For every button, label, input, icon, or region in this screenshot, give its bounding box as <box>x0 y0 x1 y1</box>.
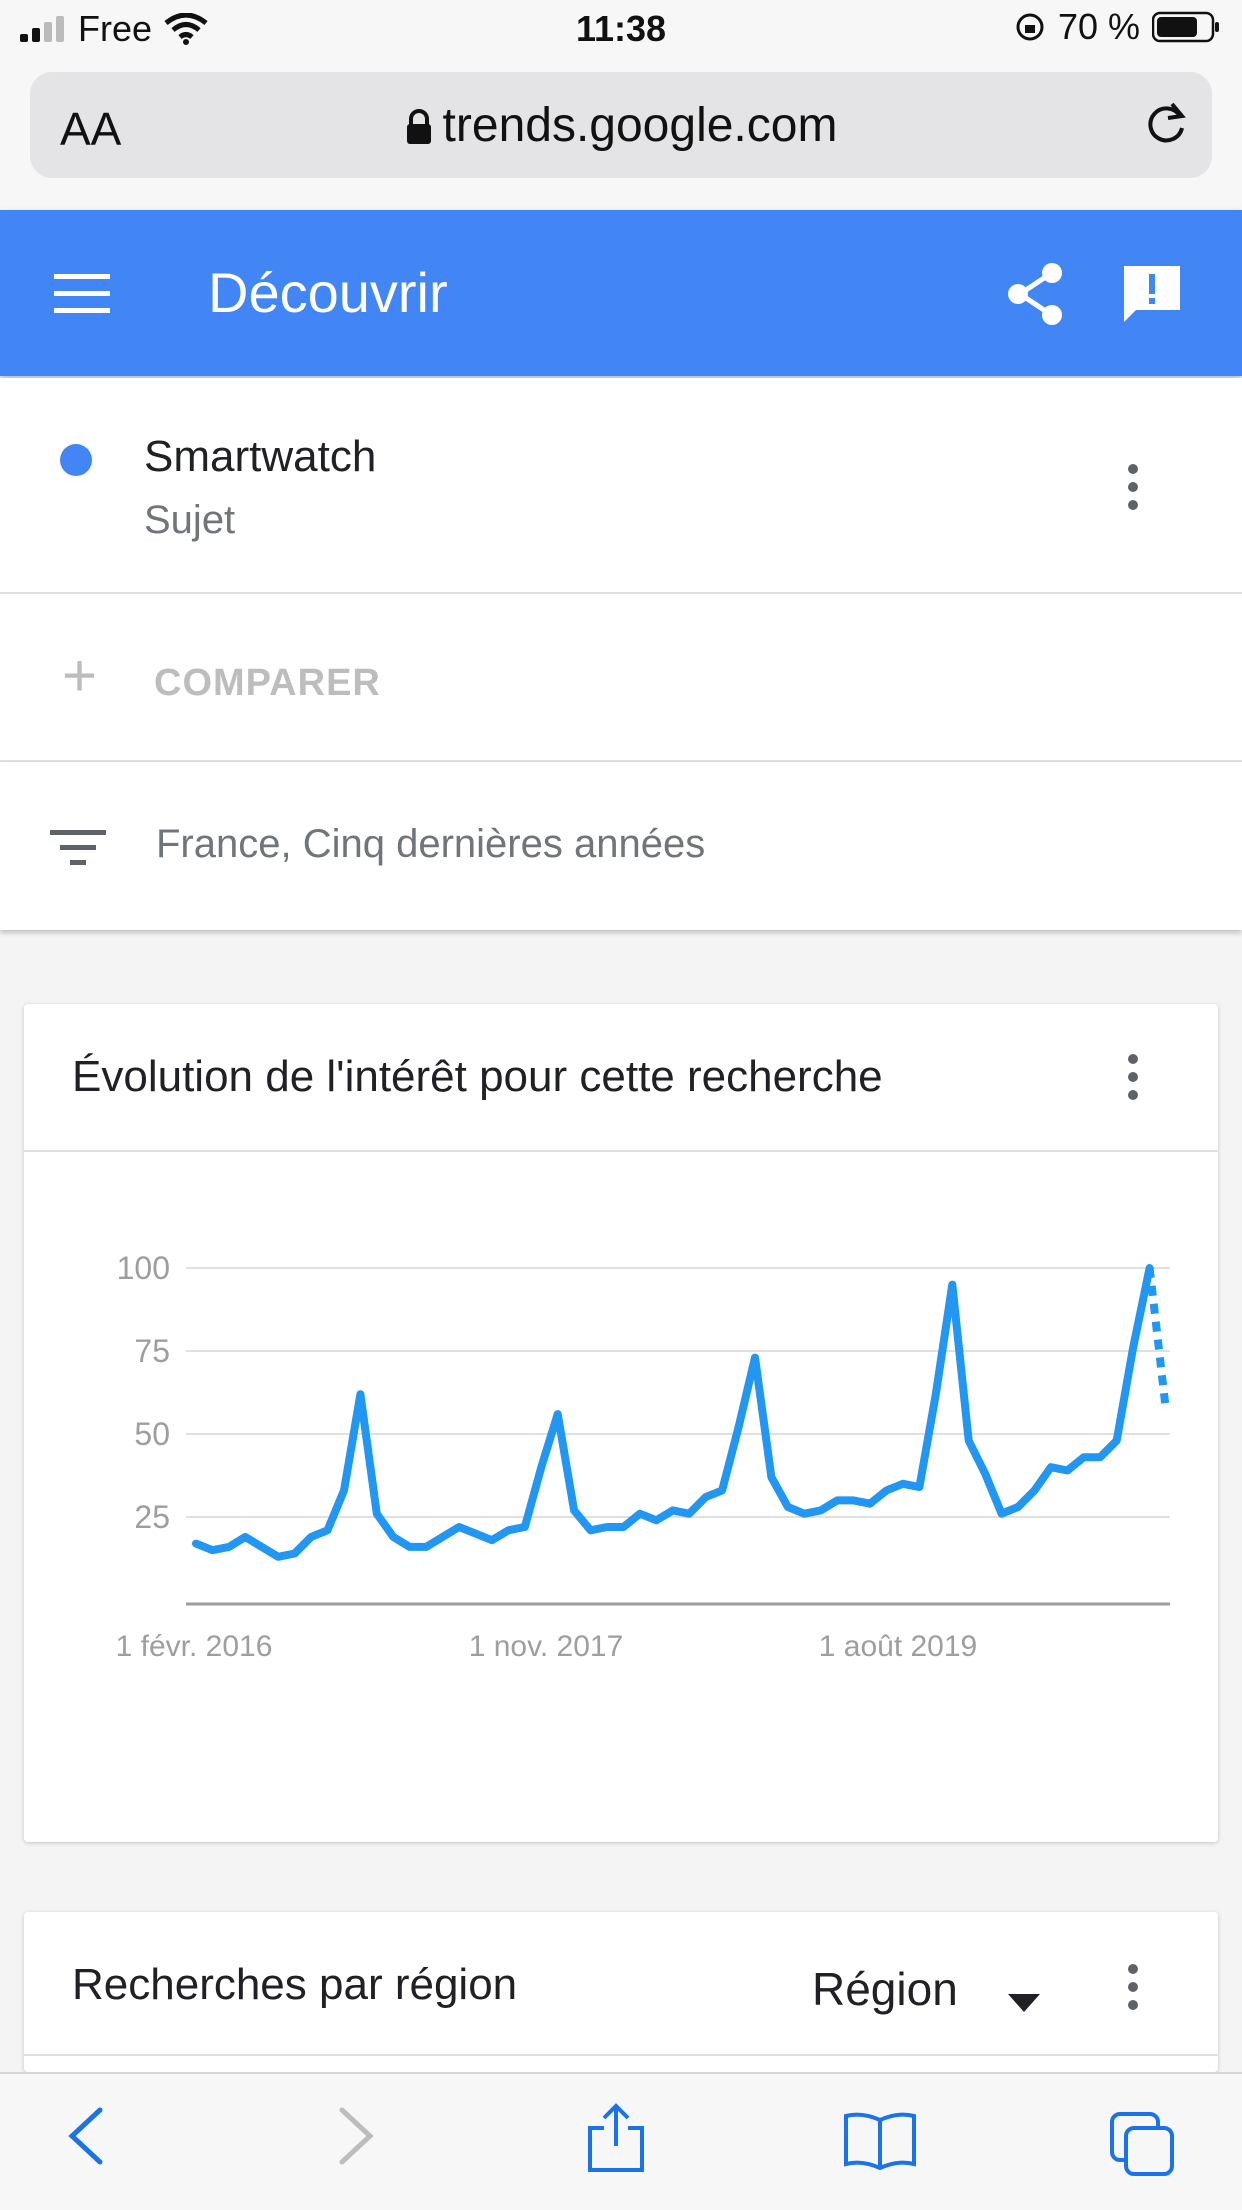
x-tick-label: 1 févr. 2016 <box>116 1630 273 1663</box>
search-term-type: Sujet <box>144 498 236 542</box>
url-host[interactable]: trends.google.com <box>30 98 1212 153</box>
interest-line-chart: 100 75 50 25 1 févr. 2016 1 nov. 2017 1 août … <box>116 1250 1170 1663</box>
reload-icon[interactable] <box>1140 98 1192 150</box>
app-bar: Découvrir <box>0 210 1242 376</box>
back-icon[interactable] <box>64 2104 108 2168</box>
region-divider <box>24 2054 1218 2056</box>
feedback-icon[interactable] <box>1120 262 1184 326</box>
card-title: Évolution de l'intérêt pour cette recher… <box>72 1052 883 1101</box>
interest-over-time-card: Évolution de l'intérêt pour cette recher… <box>24 1004 1218 1842</box>
compare-label: COMPARER <box>154 662 381 704</box>
y-tick-label: 25 <box>134 1499 170 1535</box>
lock-icon <box>406 109 431 144</box>
region-more-icon[interactable] <box>1128 1964 1140 2018</box>
series-color-dot <box>60 444 92 476</box>
battery-percent: 70 % <box>1057 6 1140 47</box>
browser-chrome: AA trends.google.com <box>0 64 1242 210</box>
share-icon[interactable] <box>1006 262 1066 326</box>
status-bar: Free 11:38 70 % <box>0 0 1242 64</box>
dropdown-caret-icon[interactable] <box>1008 1994 1040 2012</box>
region-select[interactable]: Région <box>812 1962 958 2016</box>
region-card: Recherches par région Région <box>24 1912 1218 2072</box>
status-right: 70 % <box>1014 6 1222 48</box>
series-partial-line <box>1145 1267 1170 1412</box>
tabs-icon[interactable] <box>1108 2110 1176 2176</box>
compare-row[interactable]: + COMPARER <box>0 594 1242 762</box>
x-tick-label: 1 août 2019 <box>819 1630 977 1663</box>
filter-icon <box>50 830 106 865</box>
x-tick-label: 1 nov. 2017 <box>469 1630 624 1663</box>
page-title: Découvrir <box>208 261 448 324</box>
card-more-icon[interactable] <box>1128 1054 1140 1108</box>
plus-icon: + <box>62 642 98 709</box>
share-sheet-icon[interactable] <box>584 2102 648 2174</box>
address-bar[interactable]: AA trends.google.com <box>30 72 1212 178</box>
y-tick-label: 50 <box>134 1416 170 1452</box>
y-tick-label: 100 <box>117 1250 170 1286</box>
term-more-icon[interactable] <box>1128 464 1140 518</box>
forward-icon[interactable] <box>334 2104 378 2168</box>
battery-icon <box>1152 11 1219 43</box>
browser-toolbar <box>0 2072 1242 2210</box>
filter-label: France, Cinq dernières années <box>156 822 706 866</box>
series-line <box>192 1264 1154 1561</box>
bookmarks-icon[interactable] <box>842 2110 918 2170</box>
region-card-title: Recherches par région <box>72 1960 518 2009</box>
url-text: trends.google.com <box>442 99 838 152</box>
search-term-card[interactable]: Smartwatch Sujet <box>0 378 1242 594</box>
hamburger-menu-icon[interactable] <box>54 274 110 314</box>
rotation-lock-icon <box>1016 13 1044 41</box>
filter-row[interactable]: France, Cinq dernières années <box>0 762 1242 930</box>
y-tick-label: 75 <box>134 1333 170 1369</box>
search-term-name: Smartwatch <box>144 432 377 481</box>
